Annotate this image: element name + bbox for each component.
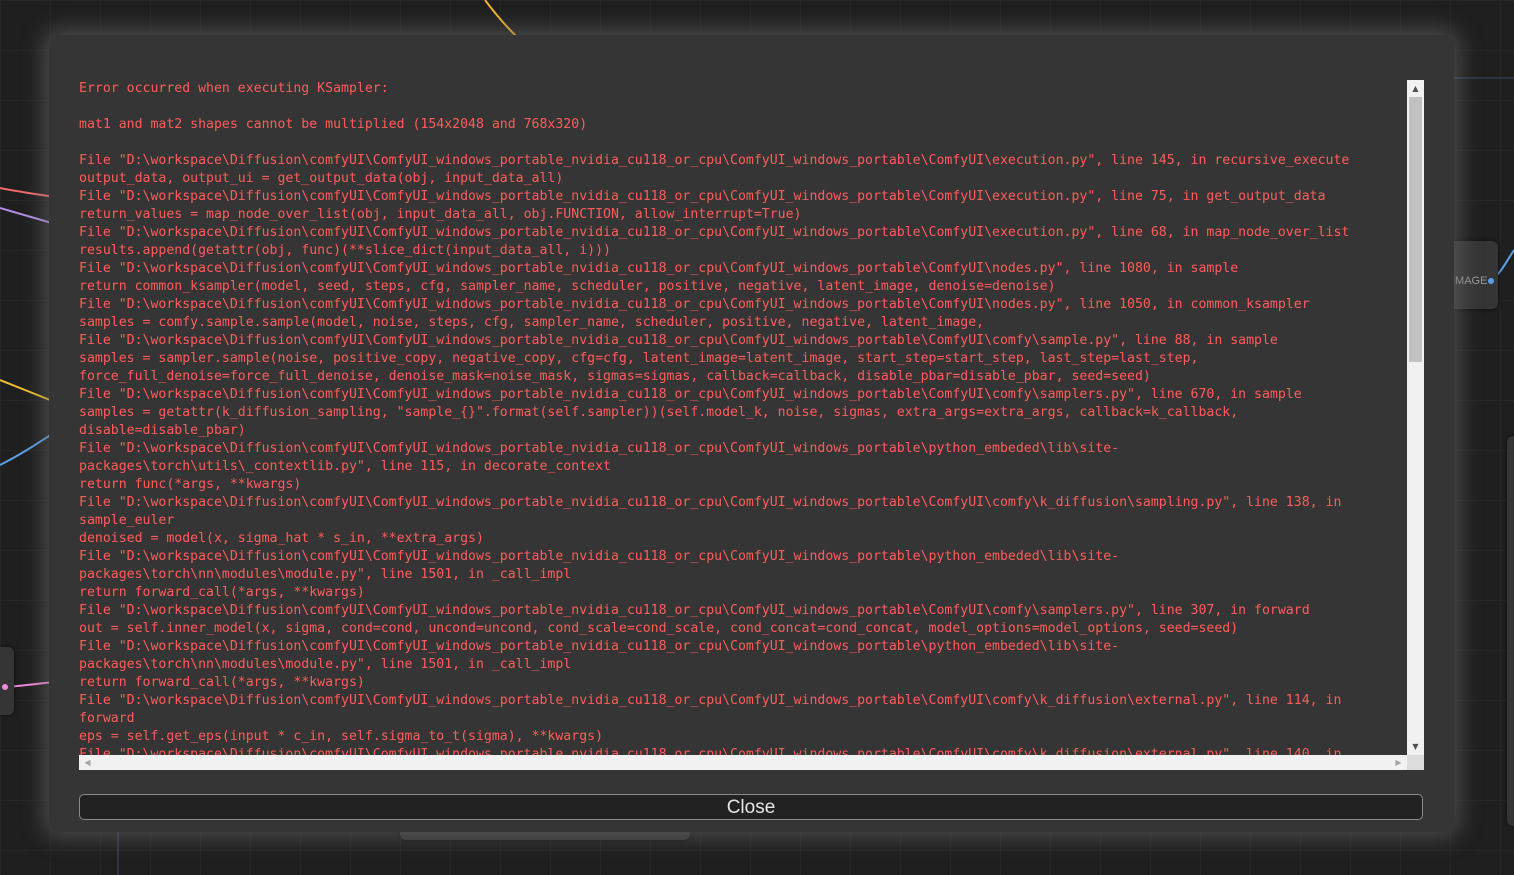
traceback-line: File "D:\workspace\Diffusion\comfyUI\Com…: [79, 747, 1342, 755]
output-slot-dot[interactable]: [1488, 278, 1494, 284]
scroll-up-arrow-icon[interactable]: ▲: [1407, 80, 1424, 97]
scrollbar-corner: [1407, 755, 1424, 770]
link-red: [0, 187, 56, 198]
traceback-line: samples = getattr(k_diffusion_sampling, …: [79, 405, 1239, 420]
traceback-line: output_data, output_ui = get_output_data…: [79, 171, 564, 186]
traceback-line: out = self.inner_model(x, sigma, cond=co…: [79, 621, 1239, 636]
error-dialog: Error occurred when executing KSampler: …: [49, 35, 1454, 832]
traceback-line: return common_ksampler(model, seed, step…: [79, 279, 1056, 294]
traceback-line: File "D:\workspace\Diffusion\comfyUI\Com…: [79, 603, 1310, 618]
background-node-right-lower[interactable]: [1507, 436, 1514, 826]
link-purple: [0, 207, 56, 225]
node-output-label: IMAGE: [1452, 275, 1488, 287]
traceback-line: File "D:\workspace\Diffusion\comfyUI\Com…: [79, 225, 1350, 240]
link-yellow: [0, 379, 56, 403]
traceback-line: samples = comfy.sample.sample(model, noi…: [79, 315, 985, 330]
traceback-line: File "D:\workspace\Diffusion\comfyUI\Com…: [79, 639, 1120, 654]
traceback-line: return func(*args, **kwargs): [79, 477, 302, 492]
traceback-lines: File "D:\workspace\Diffusion\comfyUI\Com…: [79, 153, 1349, 755]
error-message-line: mat1 and mat2 shapes cannot be multiplie…: [79, 117, 588, 132]
vertical-scrollbar[interactable]: ▲ ▼: [1407, 80, 1424, 755]
scroll-left-arrow-icon[interactable]: ◀: [79, 755, 96, 770]
traceback-line: File "D:\workspace\Diffusion\comfyUI\Com…: [79, 693, 1342, 708]
link-blue-left: [0, 431, 56, 466]
traceback-line: packages\torch\utils\_contextlib.py", li…: [79, 459, 611, 474]
traceback-line: File "D:\workspace\Diffusion\comfyUI\Com…: [79, 441, 1120, 456]
link-yellow-top: [484, 0, 521, 41]
scroll-down-arrow-icon[interactable]: ▼: [1407, 738, 1424, 755]
traceback-line: return forward_call(*args, **kwargs): [79, 585, 365, 600]
traceback-line: packages\torch\nn\modules\module.py", li…: [79, 567, 572, 582]
traceback-line: results.append(getattr(obj, func)(**slic…: [79, 243, 611, 258]
traceback-line: denoised = model(x, sigma_hat * s_in, **…: [79, 531, 484, 546]
traceback-line: packages\torch\nn\modules\module.py", li…: [79, 657, 572, 672]
traceback-line: File "D:\workspace\Diffusion\comfyUI\Com…: [79, 495, 1342, 510]
traceback-line: File "D:\workspace\Diffusion\comfyUI\Com…: [79, 189, 1326, 204]
scroll-right-arrow-icon[interactable]: ▶: [1390, 755, 1407, 770]
traceback-line: return_values = map_node_over_list(obj, …: [79, 207, 802, 222]
horizontal-scrollbar[interactable]: ◀ ▶: [79, 755, 1407, 770]
error-traceback-text[interactable]: Error occurred when executing KSampler: …: [79, 80, 1407, 755]
traceback-line: eps = self.get_eps(input * c_in, self.si…: [79, 729, 604, 744]
traceback-line: File "D:\workspace\Diffusion\comfyUI\Com…: [79, 387, 1302, 402]
traceback-line: return forward_call(*args, **kwargs): [79, 675, 365, 690]
traceback-line: File "D:\workspace\Diffusion\comfyUI\Com…: [79, 261, 1239, 276]
background-node-left[interactable]: [0, 647, 14, 715]
traceback-line: sample_euler: [79, 513, 175, 528]
input-slot-dot[interactable]: [2, 684, 8, 690]
traceback-line: File "D:\workspace\Diffusion\comfyUI\Com…: [79, 333, 1278, 348]
traceback-line: File "D:\workspace\Diffusion\comfyUI\Com…: [79, 549, 1120, 564]
error-header-line: Error occurred when executing KSampler:: [79, 81, 389, 96]
traceback-line: force_full_denoise=force_full_denoise, d…: [79, 369, 1151, 384]
traceback-line: samples = sampler.sample(noise, positive…: [79, 351, 1199, 366]
traceback-line: disable=disable_pbar): [79, 423, 246, 438]
close-button[interactable]: Close: [79, 794, 1423, 820]
vertical-scroll-thumb[interactable]: [1409, 97, 1422, 362]
traceback-line: File "D:\workspace\Diffusion\comfyUI\Com…: [79, 153, 1350, 168]
traceback-line: forward: [79, 711, 135, 726]
error-output-box[interactable]: Error occurred when executing KSampler: …: [79, 80, 1424, 770]
traceback-line: File "D:\workspace\Diffusion\comfyUI\Com…: [79, 297, 1310, 312]
